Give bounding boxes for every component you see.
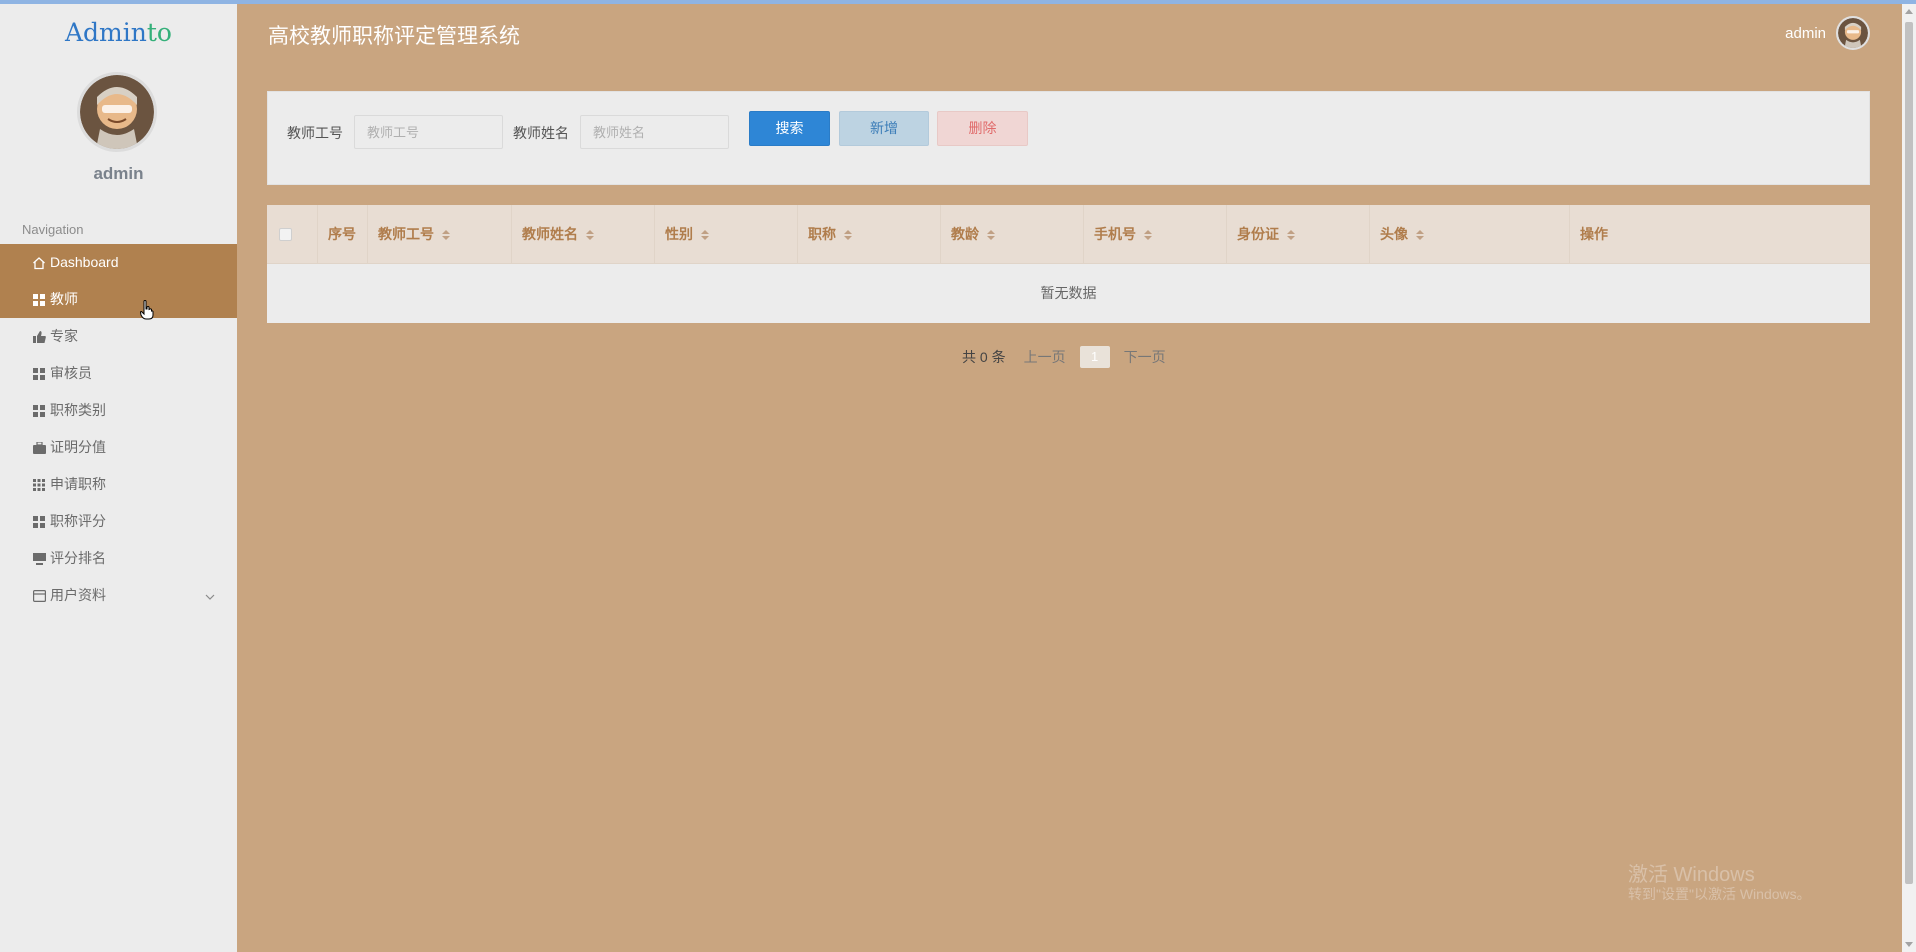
- column-header-title[interactable]: 职称: [798, 205, 941, 264]
- sidebar-item-label: 申请职称: [50, 476, 106, 492]
- scroll-up-icon[interactable]: [1905, 9, 1913, 14]
- page-title: 高校教师职称评定管理系统: [268, 25, 520, 48]
- column-header-teaching-years[interactable]: 教龄: [941, 205, 1084, 264]
- chevron-down-icon[interactable]: [205, 577, 215, 614]
- page-number[interactable]: 1: [1079, 346, 1110, 368]
- sidebar-item-label: 审核员: [50, 365, 92, 381]
- sidebar-item-teacher[interactable]: 教师: [0, 281, 237, 318]
- sort-icon[interactable]: [1144, 229, 1152, 240]
- sort-icon[interactable]: [1287, 229, 1295, 240]
- sidebar-item-label: 专家: [50, 328, 78, 344]
- sidebar-item-auditor[interactable]: 审核员: [0, 355, 237, 392]
- sidebar-item-label: 用户资料: [50, 587, 106, 603]
- sidebar-item-expert[interactable]: 专家: [0, 318, 237, 355]
- monitor-icon: [30, 552, 48, 565]
- home-icon: [30, 256, 48, 270]
- teacher-no-input[interactable]: [354, 115, 503, 149]
- grid-icon: [30, 367, 48, 380]
- sidebar-item-score-ranking[interactable]: 评分排名: [0, 540, 237, 577]
- sidebar-item-title-score[interactable]: 职称评分: [0, 503, 237, 540]
- column-header-actions: 操作: [1580, 226, 1608, 242]
- app-logo[interactable]: Adminto: [0, 18, 237, 47]
- sidebar-item-proof-score[interactable]: 证明分值: [0, 429, 237, 466]
- select-all-checkbox[interactable]: [279, 228, 292, 241]
- top-user-menu[interactable]: admin: [1785, 16, 1870, 50]
- sort-icon[interactable]: [844, 229, 852, 240]
- sidebar-user-name: admin: [93, 164, 144, 183]
- teacher-name-input[interactable]: [580, 115, 729, 149]
- grid-icon: [30, 404, 48, 417]
- sort-icon[interactable]: [1416, 229, 1424, 240]
- vertical-scrollbar[interactable]: [1902, 4, 1916, 952]
- teacher-name-label: 教师姓名: [513, 125, 569, 141]
- thumbs-up-icon: [30, 330, 48, 343]
- sidebar-item-dashboard[interactable]: Dashboard: [0, 244, 237, 281]
- column-header-avatar[interactable]: 头像: [1370, 205, 1570, 264]
- avatar[interactable]: [77, 72, 157, 152]
- search-button[interactable]: 搜索: [749, 111, 830, 146]
- search-panel: 教师工号 教师姓名 搜索 新增 删除: [267, 91, 1870, 185]
- activation-watermark-title: 激活 Windows: [1628, 864, 1755, 886]
- apps-icon: [30, 478, 48, 491]
- sidebar-item-user-profile[interactable]: 用户资料: [0, 577, 237, 614]
- card-icon: [30, 589, 48, 602]
- top-user-name[interactable]: admin: [1785, 25, 1826, 42]
- grid-icon: [30, 293, 48, 306]
- sidebar-item-label: 教师: [50, 291, 78, 307]
- column-header-teacher-no[interactable]: 教师工号: [368, 205, 512, 264]
- sidebar-item-label: 职称评分: [50, 513, 106, 529]
- sidebar-item-title-category[interactable]: 职称类别: [0, 392, 237, 429]
- sidebar-item-label: 评分排名: [50, 550, 106, 566]
- table-header: 序号 教师工号 教师姓名 性别 职称 教龄 手机号 身份证 头像 操作: [267, 205, 1870, 264]
- select-all-cell: [267, 205, 318, 264]
- nav-heading: Navigation: [22, 222, 84, 237]
- grid-icon: [30, 515, 48, 528]
- column-header-index: 序号: [318, 205, 368, 264]
- sort-icon[interactable]: [586, 229, 594, 240]
- sidebar-item-label: 职称类别: [50, 402, 106, 418]
- avatar[interactable]: [1836, 16, 1870, 50]
- teacher-no-label: 教师工号: [287, 125, 343, 141]
- teacher-table: 序号 教师工号 教师姓名 性别 职称 教龄 手机号 身份证 头像 操作 暂无数据: [267, 205, 1870, 323]
- briefcase-icon: [30, 441, 48, 454]
- column-header-id-card[interactable]: 身份证: [1227, 205, 1370, 264]
- column-header-gender[interactable]: 性别: [655, 205, 798, 264]
- pagination: 共 0 条 上一页 1 下一页: [962, 346, 1166, 368]
- hand-cursor-icon: [139, 300, 154, 323]
- sidebar-item-label: 证明分值: [50, 439, 106, 455]
- column-header-phone[interactable]: 手机号: [1084, 205, 1227, 264]
- sidebar-item-apply-title[interactable]: 申请职称: [0, 466, 237, 503]
- next-page-button[interactable]: 下一页: [1124, 347, 1166, 367]
- add-button[interactable]: 新增: [839, 111, 929, 146]
- sidebar-item-label: Dashboard: [50, 254, 119, 270]
- sidebar-nav: Dashboard 教师 专家 审核员 职称类别 证明分值 申请职称 职称评分 …: [0, 244, 237, 614]
- activation-watermark-subtitle: 转到"设置"以激活 Windows。: [1628, 886, 1811, 902]
- prev-page-button[interactable]: 上一页: [1024, 347, 1066, 367]
- pagination-total: 共 0 条: [962, 349, 1006, 365]
- table-empty-message: 暂无数据: [1040, 285, 1097, 301]
- scroll-down-icon[interactable]: [1905, 942, 1913, 947]
- window-top-border: [0, 0, 1916, 4]
- delete-button[interactable]: 删除: [937, 111, 1028, 146]
- sidebar: Adminto admin Navigation Dashboard 教师 专家…: [0, 4, 237, 952]
- column-header-teacher-name[interactable]: 教师姓名: [512, 205, 655, 264]
- sort-icon[interactable]: [701, 229, 709, 240]
- sort-icon[interactable]: [442, 229, 450, 240]
- sort-icon[interactable]: [987, 229, 995, 240]
- scroll-thumb[interactable]: [1905, 22, 1913, 884]
